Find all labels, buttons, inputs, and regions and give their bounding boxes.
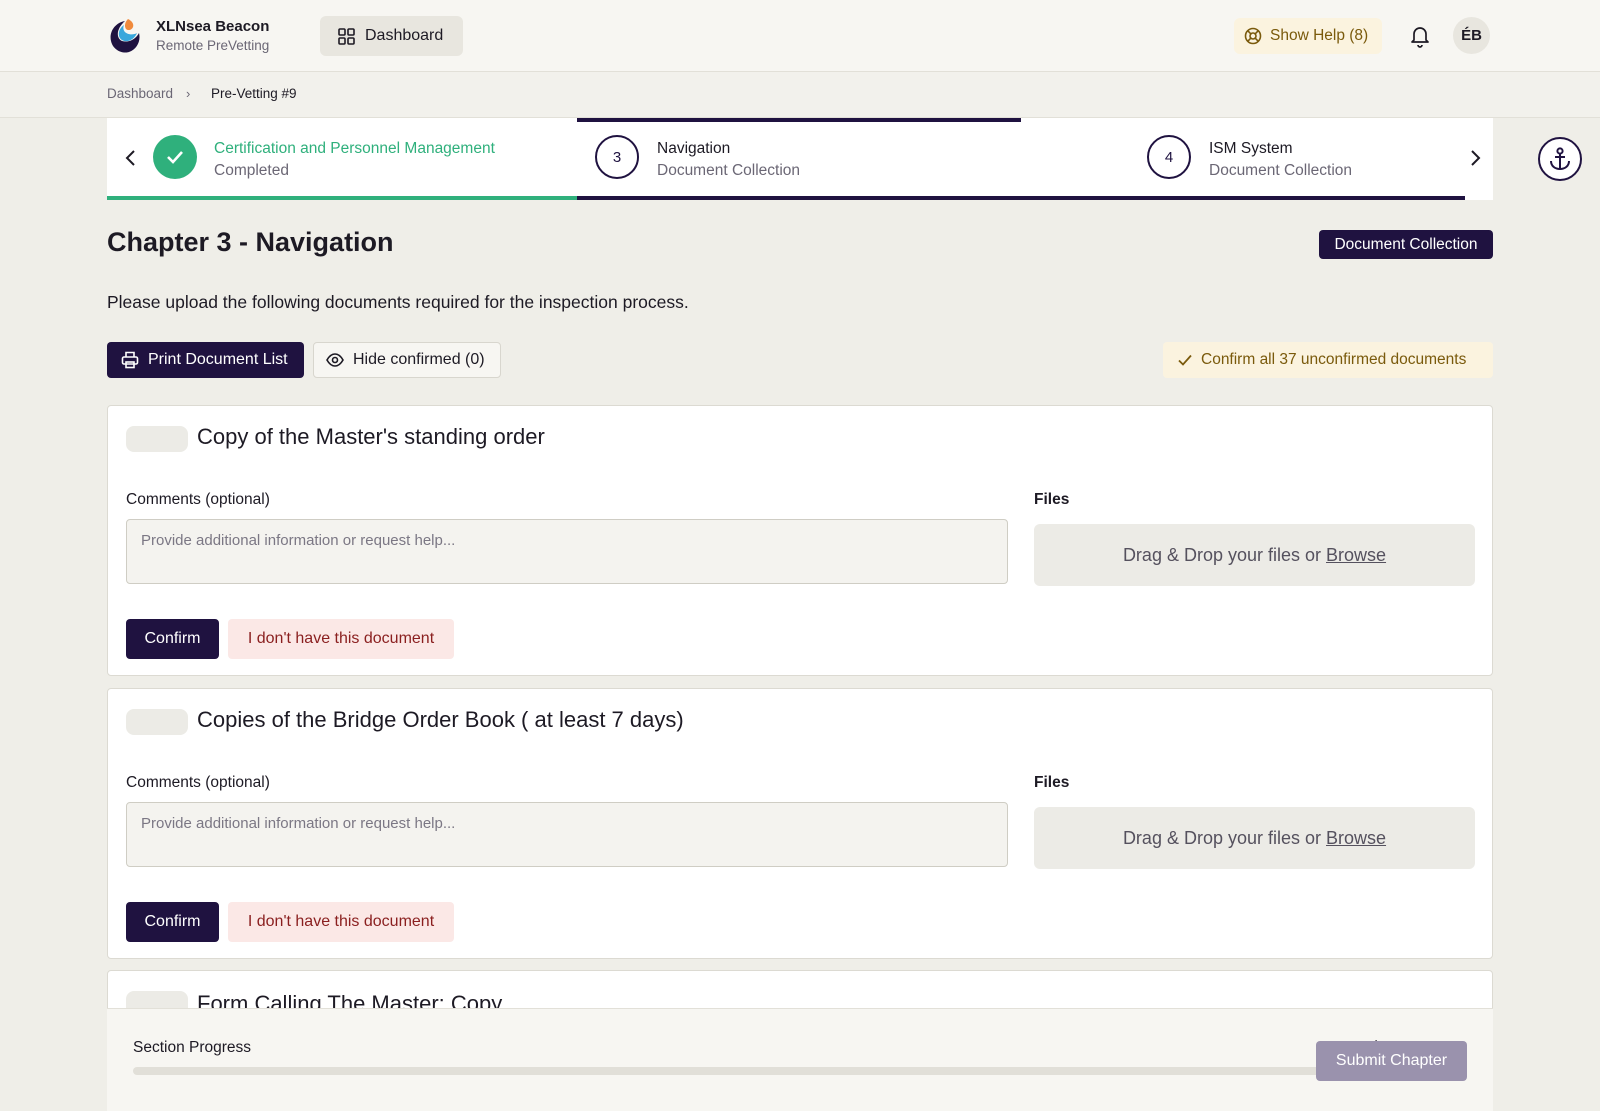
document-title: Copies of the Bridge Order Book ( at lea… xyxy=(197,707,684,732)
eye-icon xyxy=(326,353,344,367)
section-progress-bar xyxy=(133,1067,1397,1075)
chapter-stepper: Certification and Personnel Management C… xyxy=(107,118,1493,200)
section-progress-label: Section Progress xyxy=(133,1039,252,1056)
files-label: Files xyxy=(1034,774,1070,791)
breadcrumb: Dashboard › Pre-Vetting #9 xyxy=(0,72,1600,118)
comments-input[interactable] xyxy=(126,802,1008,867)
check-icon xyxy=(1178,354,1192,366)
no-document-button[interactable]: I don't have this document xyxy=(228,902,454,942)
document-status-toggle[interactable] xyxy=(126,709,188,735)
files-label: Files xyxy=(1034,491,1070,508)
brand-subtitle: Remote PreVetting xyxy=(156,38,270,53)
step-number: 3 xyxy=(595,135,639,179)
browse-link[interactable]: Browse xyxy=(1326,545,1386,566)
submit-chapter-button[interactable]: Submit Chapter xyxy=(1316,1041,1467,1081)
lifebuoy-icon xyxy=(1244,27,1262,45)
printer-icon xyxy=(121,351,139,369)
page-title: Chapter 3 - Navigation xyxy=(107,227,394,257)
show-help-label: Show Help (8) xyxy=(1270,27,1369,44)
step-title: ISM System xyxy=(1209,140,1293,157)
brand-logo-icon[interactable] xyxy=(108,17,142,55)
dashboard-button[interactable]: Dashboard xyxy=(320,16,463,56)
chevron-right-icon: › xyxy=(186,86,191,101)
step-number: 4 xyxy=(1147,135,1191,179)
hide-confirmed-label: Hide confirmed (0) xyxy=(353,351,485,368)
step-ism-system[interactable]: 4 ISM System Document Collection xyxy=(1021,118,1465,200)
chevron-right-icon[interactable] xyxy=(1465,146,1485,170)
confirm-all-label: Confirm all 37 unconfirmed documents xyxy=(1201,351,1467,368)
confirm-button[interactable]: Confirm xyxy=(126,902,219,942)
hide-confirmed-button[interactable]: Hide confirmed (0) xyxy=(313,342,501,378)
section-progress-panel: Section Progress 0 / 37 Submit Chapter xyxy=(107,1008,1493,1111)
anchor-icon xyxy=(1550,147,1570,171)
confirm-all-button[interactable]: Confirm all 37 unconfirmed documents xyxy=(1163,342,1493,378)
check-circle-icon xyxy=(153,135,197,179)
step-subtitle: Document Collection xyxy=(657,162,801,179)
chapter-intro: Please upload the following documents re… xyxy=(107,292,689,312)
step-certification[interactable]: Certification and Personnel Management C… xyxy=(107,118,577,200)
step-title: Navigation xyxy=(657,140,731,157)
step-subtitle: Completed xyxy=(214,162,289,179)
breadcrumb-current: Pre-Vetting #9 xyxy=(211,86,297,101)
comments-input[interactable] xyxy=(126,519,1008,584)
no-document-button[interactable]: I don't have this document xyxy=(228,619,454,659)
brand-name: XLNsea Beacon xyxy=(156,18,270,35)
avatar-initials: ÉB xyxy=(1461,27,1482,44)
comments-label: Comments (optional) xyxy=(126,774,270,791)
chevron-left-icon[interactable] xyxy=(121,146,141,170)
dropzone-text: Drag & Drop your files or xyxy=(1122,544,1322,565)
step-subtitle: Document Collection xyxy=(1209,162,1353,179)
document-title: Copy of the Master's standing order xyxy=(197,424,545,449)
document-status-toggle[interactable] xyxy=(126,426,188,452)
browse-link[interactable]: Browse xyxy=(1326,828,1386,849)
step-navigation[interactable]: 3 Navigation Document Collection xyxy=(577,118,1021,200)
avatar[interactable]: ÉB xyxy=(1453,17,1490,54)
comments-label: Comments (optional) xyxy=(126,491,270,508)
confirm-button[interactable]: Confirm xyxy=(126,619,219,659)
step-title: Certification and Personnel Management xyxy=(214,140,495,157)
print-document-list-button[interactable]: Print Document List xyxy=(107,342,304,378)
grid-icon xyxy=(338,27,355,45)
file-dropzone[interactable]: Drag & Drop your files or Browse xyxy=(1034,524,1475,586)
document-card: Copy of the Master's standing order Comm… xyxy=(107,405,1493,676)
breadcrumb-dashboard-link[interactable]: Dashboard xyxy=(107,86,173,101)
dropzone-text: Drag & Drop your files or xyxy=(1122,827,1322,848)
file-dropzone[interactable]: Drag & Drop your files or Browse xyxy=(1034,807,1475,869)
anchor-button[interactable] xyxy=(1538,137,1582,181)
print-document-list-label: Print Document List xyxy=(148,351,288,368)
top-bar: XLNsea Beacon Remote PreVetting Dashboar… xyxy=(0,0,1600,72)
show-help-button[interactable]: Show Help (8) xyxy=(1234,18,1382,54)
dashboard-button-label: Dashboard xyxy=(365,27,444,44)
bell-icon[interactable] xyxy=(1409,24,1431,48)
document-card: Copies of the Bridge Order Book ( at lea… xyxy=(107,688,1493,959)
status-badge: Document Collection xyxy=(1319,230,1493,259)
